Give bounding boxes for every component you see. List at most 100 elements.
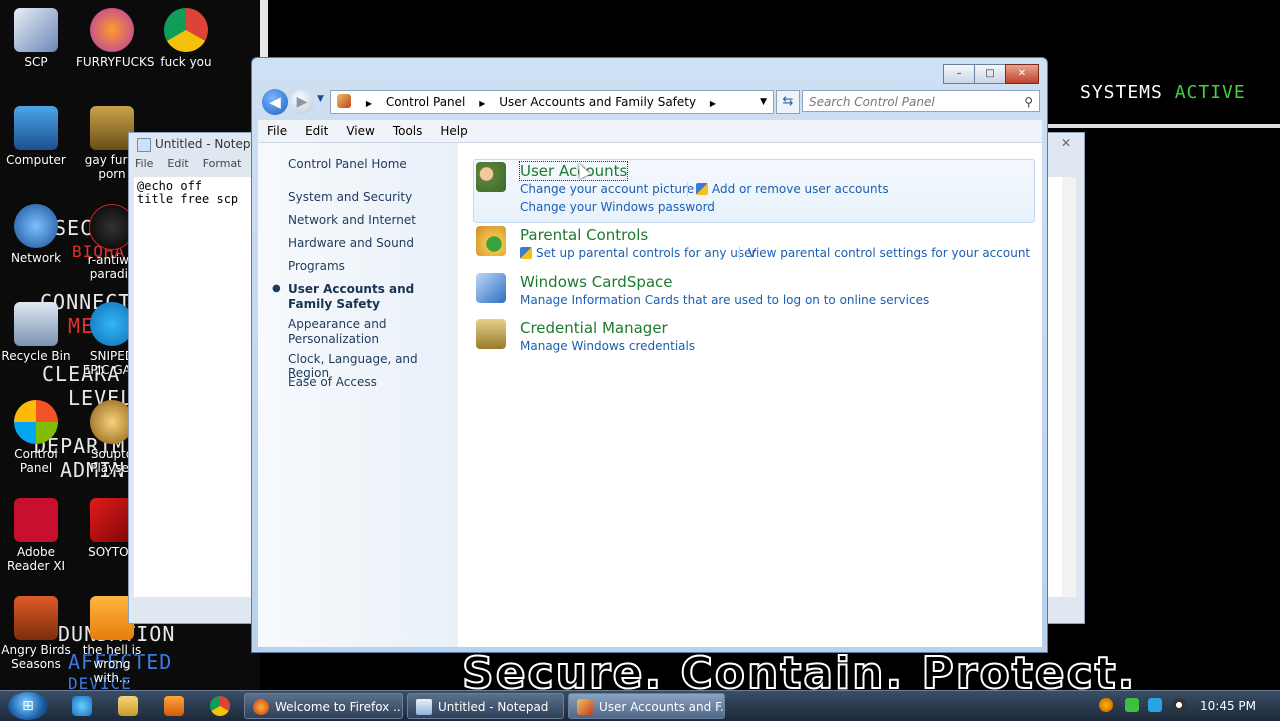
close-button[interactable]: ✕	[1005, 64, 1039, 84]
adobe-reader-icon	[14, 498, 58, 542]
tray-battery-icon[interactable]	[1125, 698, 1139, 712]
menu-tools[interactable]: Tools	[384, 120, 432, 142]
address-dropdown-icon[interactable]: ▼	[760, 91, 767, 113]
desktop-icon-label: Network	[10, 251, 62, 265]
minimize-button[interactable]: –	[943, 64, 975, 84]
desktop-icon-angry-birds[interactable]: Angry Birds Seasons	[0, 596, 72, 671]
taskbar-control-panel-label: User Accounts and F...	[599, 700, 725, 714]
breadcrumb-separator-icon[interactable]: ▶	[710, 99, 716, 108]
back-arrow-icon: ◀	[269, 93, 281, 111]
user-accounts-icon	[476, 162, 506, 192]
notepad-menubar: File Edit Format	[135, 157, 242, 175]
taskbar-clock[interactable]: 10:45 PM	[1200, 691, 1256, 721]
back-button[interactable]: ◀	[262, 89, 288, 115]
recycle-bin-icon	[14, 302, 58, 346]
nav-hardware-and-sound[interactable]: Hardware and Sound	[288, 236, 414, 250]
desktop-icon-label: fuck you	[160, 55, 212, 69]
setup-parental-controls-label: Set up parental controls for any user	[536, 246, 757, 260]
breadcrumb-control-panel[interactable]: Control Panel	[386, 95, 466, 109]
desktop-icon-fuck-you[interactable]: fuck you	[150, 8, 222, 69]
refresh-button[interactable]: ⇆	[776, 90, 800, 114]
search-input[interactable]: Search Control Panel ⚲	[802, 90, 1040, 112]
menu-edit[interactable]: Edit	[296, 120, 337, 142]
systems-status: ACTIVE	[1174, 82, 1246, 103]
tray-search-icon[interactable]	[1099, 698, 1113, 712]
change-password-link[interactable]: Change your Windows password	[520, 200, 715, 214]
desktop-icon-scp[interactable]: SCP	[0, 8, 72, 69]
taskbar-control-panel[interactable]: User Accounts and F...	[568, 693, 725, 719]
nav-programs[interactable]: Programs	[288, 259, 345, 273]
nav-system-and-security[interactable]: System and Security	[288, 190, 412, 204]
desktop-icon-label: Adobe Reader XI	[6, 545, 66, 573]
notepad-scrollbar[interactable]	[1062, 177, 1076, 597]
refresh-icon: ⇆	[782, 94, 794, 109]
parental-controls-link[interactable]: Parental Controls	[520, 226, 648, 244]
taskbar-firefox[interactable]: Welcome to Firefox ...	[244, 693, 403, 719]
taskbar-notepad[interactable]: Untitled - Notepad	[407, 693, 564, 719]
notepad-icon	[137, 138, 151, 152]
search-icon[interactable]: ⚲	[1024, 91, 1033, 113]
menu-bar: File Edit View Tools Help	[258, 120, 1042, 143]
menu-help[interactable]: Help	[431, 120, 476, 142]
notepad-menu-format[interactable]: Format	[203, 157, 242, 175]
file-explorer-icon[interactable]	[118, 696, 138, 716]
notepad-title: Untitled - Notepad	[155, 137, 266, 151]
desktop-icon-label: Control Panel	[14, 447, 58, 475]
notepad-menu-file[interactable]: File	[135, 157, 153, 175]
firefox-icon	[90, 8, 134, 52]
menu-file[interactable]: File	[258, 120, 296, 142]
desktop-icon-label: SCP	[24, 55, 48, 69]
notepad-menu-edit[interactable]: Edit	[167, 157, 188, 175]
desktop-icon-recycle-bin[interactable]: Recycle Bin	[0, 302, 72, 363]
setup-parental-controls-link[interactable]: Set up parental controls for any user	[520, 246, 756, 260]
desktop-icon-network[interactable]: Network	[0, 204, 72, 265]
taskbar-notepad-label: Untitled - Notepad	[438, 700, 549, 714]
nav-control-panel-home[interactable]: Control Panel Home	[288, 157, 407, 171]
menu-view[interactable]: View	[337, 120, 383, 142]
link-divider	[687, 182, 688, 196]
windows-cardspace-link[interactable]: Windows CardSpace	[520, 273, 673, 291]
desktop-icon-adobe-reader[interactable]: Adobe Reader XI	[0, 498, 72, 573]
recent-pages-button[interactable]: ▼	[317, 94, 324, 104]
notepad-close-button[interactable]: ✕	[1056, 136, 1076, 152]
media-player-icon[interactable]	[164, 696, 184, 716]
tray-display-icon[interactable]	[1148, 698, 1162, 712]
nav-appearance-and-personalization[interactable]: Appearance and Personalization	[288, 317, 428, 347]
tray-volume-icon[interactable]	[1172, 698, 1186, 712]
computer-icon	[14, 106, 58, 150]
change-account-picture-link[interactable]: Change your account picture	[520, 182, 694, 196]
add-remove-accounts-link[interactable]: Add or remove user accounts	[696, 182, 889, 196]
left-navigation-pane: Control Panel Home System and Security N…	[258, 143, 458, 647]
desktop-icon-label: Angry Birds Seasons	[1, 643, 71, 671]
address-bar[interactable]: ▶ Control Panel ▶ User Accounts and Fami…	[330, 90, 774, 114]
view-parental-settings-link[interactable]: View parental control settings for your …	[748, 246, 1030, 260]
user-accounts-link[interactable]: User Accounts	[518, 161, 629, 181]
parental-controls-icon	[476, 226, 506, 256]
manage-information-cards-link[interactable]: Manage Information Cards that are used t…	[520, 293, 929, 307]
forward-button[interactable]: ▶	[290, 90, 314, 114]
angry-birds-icon	[14, 596, 58, 640]
chrome-icon[interactable]	[210, 696, 230, 716]
credential-manager-link[interactable]: Credential Manager	[520, 319, 668, 337]
chevron-down-icon: ▼	[317, 94, 324, 104]
start-button[interactable]: ⊞	[8, 692, 48, 720]
breadcrumb-separator-icon[interactable]: ▶	[366, 99, 372, 108]
manage-windows-credentials-link[interactable]: Manage Windows credentials	[520, 339, 695, 353]
taskbar-firefox-label: Welcome to Firefox ...	[275, 700, 403, 714]
nav-network-and-internet[interactable]: Network and Internet	[288, 213, 416, 227]
desktop-icon-control-panel[interactable]: Control Panel	[0, 400, 72, 475]
firefox-icon	[253, 699, 269, 715]
network-icon	[14, 204, 58, 248]
internet-explorer-icon[interactable]	[72, 696, 92, 716]
wallpaper-band	[1040, 124, 1280, 128]
desktop-icon-furryfucks[interactable]: FURRYFUCKS	[76, 8, 154, 69]
desktop-icon-computer[interactable]: Computer	[0, 106, 72, 167]
caption-buttons: – □ ✕	[943, 64, 1039, 84]
control-panel-icon	[577, 699, 593, 715]
breadcrumb-separator-icon[interactable]: ▶	[479, 99, 485, 108]
nav-ease-of-access[interactable]: Ease of Access	[288, 375, 377, 389]
breadcrumb-user-accounts[interactable]: User Accounts and Family Safety	[499, 95, 696, 109]
control-panel-window[interactable]: – □ ✕ ◀ ▶ ▼ ▶ Control Panel ▶ User Accou…	[251, 57, 1048, 653]
search-placeholder: Search Control Panel	[809, 95, 935, 109]
maximize-button[interactable]: □	[974, 64, 1006, 84]
